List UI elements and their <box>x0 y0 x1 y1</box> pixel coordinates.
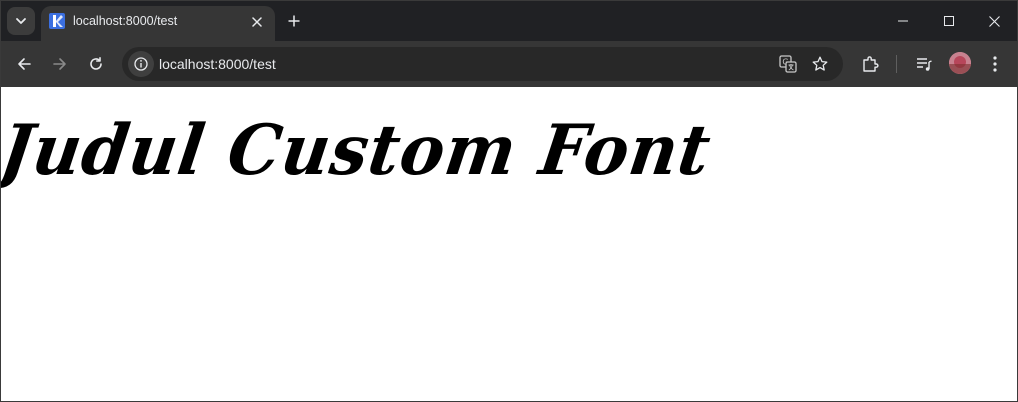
minimize-button[interactable] <box>880 1 926 41</box>
tab-title: localhost:8000/test <box>73 14 178 28</box>
site-info-button[interactable] <box>128 51 154 77</box>
profile-avatar[interactable] <box>949 52 971 74</box>
media-control-icon <box>917 58 932 71</box>
tab-search-button[interactable] <box>7 7 35 35</box>
translate-icon: G <box>779 55 797 73</box>
bookmark-star-icon <box>812 56 828 71</box>
new-tab-icon <box>288 15 300 27</box>
browser-window: localhost:8000/test localhost:8000/test … <box>0 0 1018 402</box>
minimize-icon <box>898 20 908 22</box>
url-text[interactable]: localhost:8000/test <box>159 56 276 72</box>
extensions-icon <box>863 56 879 72</box>
tab-search-icon <box>16 18 26 24</box>
extensions-button[interactable] <box>858 52 882 76</box>
window-close-icon <box>988 15 1000 27</box>
address-bar[interactable]: localhost:8000/test G <box>122 47 843 81</box>
avatar-image <box>949 52 971 74</box>
back-button[interactable] <box>10 50 38 78</box>
toolbar-separator <box>896 55 897 73</box>
translate-button[interactable]: G <box>776 52 800 76</box>
maximize-button[interactable] <box>926 1 972 41</box>
back-icon <box>18 58 31 70</box>
maximize-icon <box>944 16 954 26</box>
tab-close-icon <box>252 17 262 27</box>
window-close-button[interactable] <box>971 1 1017 41</box>
bookmark-star-button[interactable] <box>808 52 832 76</box>
browser-toolbar: localhost:8000/test G <box>1 41 1017 87</box>
kebab-menu-button[interactable] <box>983 52 1007 76</box>
reload-button[interactable] <box>82 50 110 78</box>
page-heading: Judul Custom Font <box>0 109 717 191</box>
reload-icon <box>90 57 102 70</box>
tab-close-button[interactable] <box>247 12 267 32</box>
kebab-menu-icon <box>993 56 997 72</box>
media-control-button[interactable] <box>912 52 936 76</box>
site-info-icon <box>134 57 148 71</box>
page-content: Judul Custom Font <box>1 87 1017 401</box>
new-tab-button[interactable] <box>282 9 306 33</box>
forward-button[interactable] <box>46 50 74 78</box>
tab-strip: localhost:8000/test <box>1 1 1017 41</box>
favicon-icon <box>49 13 65 29</box>
active-tab[interactable]: localhost:8000/test <box>41 6 275 41</box>
forward-icon <box>53 58 66 70</box>
